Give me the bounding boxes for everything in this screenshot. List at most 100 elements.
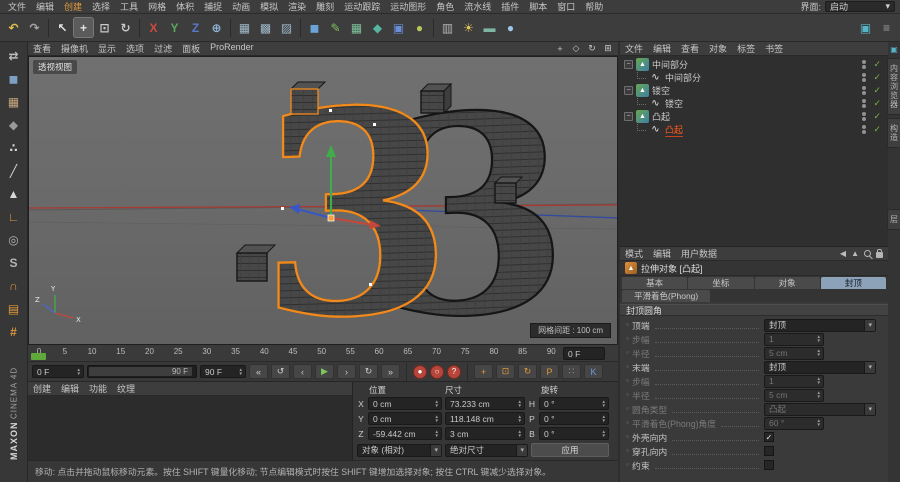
pan-view-icon[interactable]: +: [553, 42, 567, 56]
viewport-menu-item[interactable]: 查看: [28, 42, 56, 55]
size-field[interactable]: 3 cm ▲ ▼: [445, 427, 525, 440]
attribute-number-field[interactable]: 1 ▲ ▼: [764, 374, 824, 388]
volume-builder-icon[interactable]: ▣: [388, 17, 409, 38]
right-strip-tab[interactable]: 构造: [886, 118, 900, 148]
viewport-menu-item[interactable]: 过滤: [149, 42, 177, 55]
object-manager-menu-item[interactable]: 对象: [704, 42, 732, 55]
panel-menu-icon[interactable]: ▣: [890, 45, 898, 54]
record-keyframe-button[interactable]: ●: [413, 364, 427, 379]
apply-button[interactable]: 应用: [531, 443, 609, 457]
stepper-icon[interactable]: ▲ ▼: [518, 399, 522, 408]
object-manager-menu-item[interactable]: 书签: [760, 42, 788, 55]
menubar-item[interactable]: 编辑: [31, 0, 59, 13]
timeline-tick[interactable]: 10: [88, 347, 97, 356]
workplane-mode-icon[interactable]: ◆: [2, 114, 26, 135]
tab-封顶[interactable]: 封顶: [820, 277, 886, 289]
viewport-menu-item[interactable]: 摄像机: [56, 42, 93, 55]
polygons-mode-icon[interactable]: ▲: [2, 183, 26, 204]
lock-z-axis-icon[interactable]: Z: [185, 17, 206, 38]
workplane-lock-icon[interactable]: ▤: [2, 298, 26, 319]
subdivision-surface-icon[interactable]: ▦: [346, 17, 367, 38]
enabled-check-icon[interactable]: ✓: [873, 59, 881, 70]
enable-snap-icon[interactable]: ∩: [2, 275, 26, 296]
viewport-solo-icon[interactable]: ◎: [2, 229, 26, 250]
timeline-tick[interactable]: 70: [432, 347, 441, 356]
timeline-tick[interactable]: 75: [461, 347, 470, 356]
size-field[interactable]: 118.148 cm ▲ ▼: [445, 412, 525, 425]
animation-dot-icon[interactable]: ○: [626, 448, 629, 454]
timeline-tick[interactable]: 15: [116, 347, 125, 356]
record-parameter-toggle[interactable]: P: [540, 364, 559, 379]
menubar-item[interactable]: 体积: [171, 0, 199, 13]
material-menu-item[interactable]: 创建: [28, 382, 56, 395]
visibility-dots-icon[interactable]: [862, 86, 867, 95]
attribute-checkbox[interactable]: [764, 446, 774, 456]
object-tree-row[interactable]: − ▲ 中间部分 ✓: [620, 58, 888, 71]
timeline-tick[interactable]: 55: [346, 347, 355, 356]
object-manager-menu-item[interactable]: 文件: [620, 42, 648, 55]
attribute-number-field[interactable]: 60 ° ▲ ▼: [764, 416, 824, 430]
interface-dropdown[interactable]: 启动 ▾: [825, 1, 895, 12]
tab-坐标[interactable]: 坐标: [688, 277, 754, 289]
enabled-check-icon[interactable]: ✓: [873, 98, 881, 109]
attribute-dropdown[interactable]: 凸起 ▾: [764, 402, 876, 416]
timeline-tick[interactable]: 85: [518, 347, 527, 356]
timeline-tick[interactable]: 25: [174, 347, 183, 356]
gizmo-center-handle[interactable]: [327, 214, 335, 222]
enabled-check-icon[interactable]: ✓: [873, 124, 881, 135]
lock-icon[interactable]: [876, 249, 883, 258]
previous-frame-button[interactable]: ‹: [293, 364, 312, 379]
stepper-icon[interactable]: ▲ ▼: [602, 429, 606, 438]
section-header-caps[interactable]: 封顶圆角: [620, 304, 888, 316]
visibility-dots-icon[interactable]: [862, 112, 867, 121]
stepper-icon[interactable]: ▲ ▼: [435, 429, 439, 438]
timeline-tick[interactable]: 65: [403, 347, 412, 356]
size-mode-dropdown[interactable]: 绝对尺寸 ▾: [445, 443, 528, 457]
snap-mode-icon[interactable]: S: [2, 252, 26, 273]
point-level-animation-toggle[interactable]: ∷: [562, 364, 581, 379]
stepper-icon[interactable]: ▲ ▼: [518, 414, 522, 423]
end-frame-field[interactable]: 90 F ▲ ▼: [200, 365, 246, 378]
menubar-item[interactable]: 创建: [59, 0, 87, 13]
expander-icon[interactable]: −: [624, 86, 633, 95]
play-forwards-button[interactable]: ▶: [315, 364, 334, 379]
stepper-icon[interactable]: ▲ ▼: [817, 334, 821, 343]
timeline-frame-field[interactable]: 0 F: [563, 347, 605, 360]
history-up-icon[interactable]: ▲: [851, 249, 859, 258]
timeline-tick[interactable]: 80: [489, 347, 498, 356]
toggle-views-icon[interactable]: ⊞: [601, 42, 615, 56]
render-settings-icon[interactable]: ▨: [276, 17, 297, 38]
texture-mode-icon[interactable]: ▦: [2, 91, 26, 112]
dolly-view-icon[interactable]: ◇: [569, 42, 583, 56]
menubar-item[interactable]: 运动跟踪: [339, 0, 385, 13]
animation-dot-icon[interactable]: ○: [626, 364, 629, 370]
menubar-item[interactable]: 捕捉: [199, 0, 227, 13]
timeline-ruler[interactable]: 0 5 10 15 20 25 30 35 40 45 50 55 60 65 70 75 80 85 90 0 F: [28, 345, 618, 362]
play-loop-button[interactable]: ↻: [359, 364, 378, 379]
keyframe-selection-toggle[interactable]: K: [584, 364, 603, 379]
spline-pen-icon[interactable]: ✎: [325, 17, 346, 38]
stepper-icon[interactable]: ▲ ▼: [239, 367, 243, 376]
menubar-item[interactable]: 渲染: [283, 0, 311, 13]
object-manager-menu-item[interactable]: 标签: [732, 42, 760, 55]
enable-axis-icon[interactable]: ∟: [2, 206, 26, 227]
rotate-tool-icon[interactable]: ↻: [115, 17, 136, 38]
attribute-checkbox[interactable]: [764, 460, 774, 470]
layout-options-icon[interactable]: ≡: [876, 17, 897, 38]
lock-x-axis-icon[interactable]: X: [143, 17, 164, 38]
model-left-3[interactable]: 3 3: [258, 57, 455, 345]
stepper-icon[interactable]: ▲ ▼: [817, 348, 821, 357]
timeline-tick[interactable]: 20: [145, 347, 154, 356]
make-editable-icon[interactable]: ⇄: [2, 45, 26, 66]
timeline-tick[interactable]: 5: [62, 347, 68, 356]
visibility-dots-icon[interactable]: [862, 99, 867, 108]
animation-dot-icon[interactable]: ○: [626, 392, 629, 398]
menubar-item[interactable]: 流水线: [459, 0, 496, 13]
lock-y-axis-icon[interactable]: Y: [164, 17, 185, 38]
timeline-tick[interactable]: 30: [202, 347, 211, 356]
scale-tool-icon[interactable]: ⊡: [94, 17, 115, 38]
attribute-menu-item[interactable]: 模式: [620, 247, 648, 260]
stepper-icon[interactable]: ▲ ▼: [817, 418, 821, 427]
redo-icon[interactable]: ↷: [24, 17, 45, 38]
orbit-view-icon[interactable]: ↻: [585, 42, 599, 56]
